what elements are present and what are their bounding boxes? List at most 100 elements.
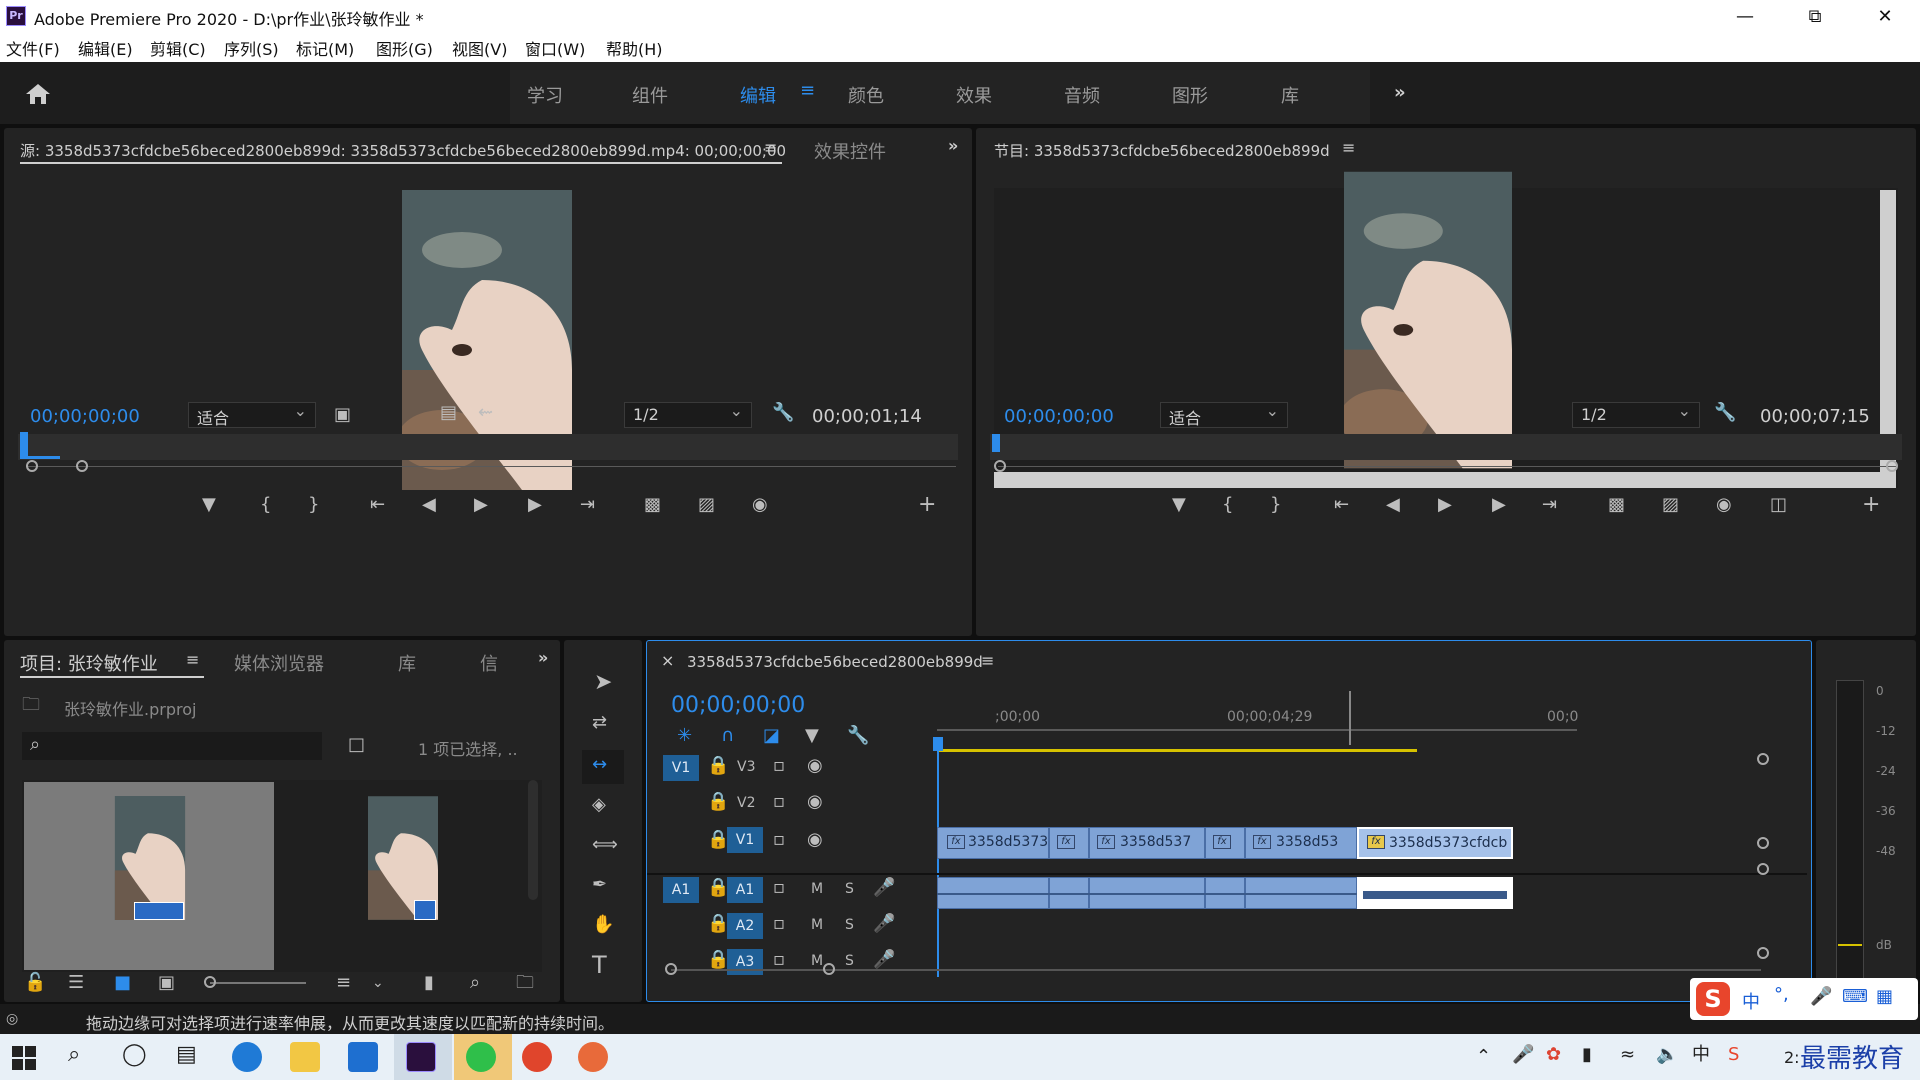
- mute-a1-button[interactable]: M: [811, 881, 823, 897]
- program-zoom-handle-left[interactable]: [994, 460, 1006, 472]
- eye-v2-icon[interactable]: ◉: [807, 793, 823, 811]
- battery-icon[interactable]: ▮: [1582, 1046, 1592, 1064]
- ime-tray-icon[interactable]: 中: [1692, 1046, 1710, 1064]
- timeline-ruler[interactable]: [937, 729, 1577, 731]
- workspace-audio[interactable]: 音频: [1064, 82, 1100, 108]
- close-icon[interactable]: ✕: [1850, 0, 1920, 32]
- edge-icon[interactable]: [232, 1042, 262, 1072]
- freeform-view-icon[interactable]: ▣: [158, 974, 175, 992]
- timeline-add-marker-icon[interactable]: ▼: [805, 727, 819, 745]
- mark-out-icon[interactable]: }: [308, 496, 319, 514]
- source-resolution-dropdown[interactable]: 1/2: [624, 401, 752, 428]
- timeline-settings-icon[interactable]: 🔧: [847, 727, 869, 745]
- mic-a1-icon[interactable]: 🎤: [873, 879, 895, 897]
- show-hidden-icons[interactable]: ⌃: [1476, 1048, 1491, 1066]
- clock[interactable]: 2:: [1784, 1048, 1800, 1067]
- settings-wrench-icon[interactable]: 🔧: [772, 404, 794, 422]
- solo-a1-button[interactable]: S: [845, 881, 854, 897]
- project-tabs-more-icon[interactable]: »: [538, 648, 548, 667]
- source-zoom-dropdown[interactable]: 适合: [188, 401, 316, 428]
- program-panel-menu-icon[interactable]: ≡: [1342, 138, 1355, 157]
- track-lock-a2-icon[interactable]: 🔒: [707, 915, 729, 933]
- track-target-a2[interactable]: A2: [727, 913, 763, 939]
- work-area-bar[interactable]: [937, 749, 1417, 752]
- search-taskbar-icon[interactable]: ⌕: [68, 1044, 80, 1066]
- ime-punctuation[interactable]: °,: [1774, 984, 1789, 1005]
- program-go-to-in-icon[interactable]: ⇤: [1334, 496, 1349, 514]
- program-playhead[interactable]: [992, 434, 1000, 452]
- sync-lock-icon[interactable]: ▫: [773, 757, 785, 775]
- track-select-tool-icon[interactable]: ⇄: [592, 714, 607, 732]
- track-lock-v1-icon[interactable]: 🔒: [707, 831, 729, 849]
- add-marker-icon[interactable]: ▼: [202, 496, 216, 514]
- mic-a3-icon[interactable]: 🎤: [873, 951, 895, 969]
- sort-icon[interactable]: ≡: [336, 974, 351, 992]
- insert-icon[interactable]: ▩: [644, 496, 661, 514]
- track-lock-a1-icon[interactable]: 🔒: [707, 879, 729, 897]
- windows-start-icon[interactable]: [12, 1046, 36, 1070]
- menu-sequence[interactable]: 序列(S): [224, 36, 279, 60]
- type-tool-icon[interactable]: T: [592, 953, 607, 977]
- step-back-icon[interactable]: ◀: [422, 496, 436, 514]
- rate-stretch-tool-icon[interactable]: ↔: [592, 756, 607, 774]
- zoom-handle-left[interactable]: [26, 460, 38, 472]
- list-view-icon[interactable]: ☰: [68, 974, 84, 992]
- comparison-view-icon[interactable]: ◫: [1770, 496, 1787, 514]
- project-menu-icon[interactable]: ≡: [186, 650, 199, 669]
- track-target-a3[interactable]: A3: [727, 949, 763, 975]
- mark-in-icon[interactable]: {: [260, 496, 271, 514]
- volume-icon[interactable]: 🔈: [1656, 1046, 1678, 1064]
- task-view-icon[interactable]: ▤: [176, 1044, 197, 1066]
- track-target-v1[interactable]: V1: [727, 827, 763, 853]
- audio-zoom-handle[interactable]: [1757, 863, 1769, 875]
- drag-audio-icon[interactable]: ⇜: [478, 404, 493, 422]
- audio-zoom-handle-2[interactable]: [1757, 947, 1769, 959]
- premiere-taskbar-icon[interactable]: [406, 1042, 436, 1072]
- vertical-zoom-handle[interactable]: [1757, 753, 1769, 765]
- chrome-icon[interactable]: [522, 1042, 552, 1072]
- program-add-marker-icon[interactable]: ▼: [1172, 496, 1186, 514]
- audio-clip-6-selected[interactable]: [1357, 877, 1513, 909]
- icon-view-icon[interactable]: ■: [114, 974, 131, 992]
- extract-icon[interactable]: ▨: [1662, 496, 1679, 514]
- workspace-editing[interactable]: 编辑: [740, 82, 776, 108]
- button-editor-icon[interactable]: +: [918, 494, 936, 516]
- menu-edit[interactable]: 编辑(E): [78, 36, 133, 60]
- program-settings-wrench-icon[interactable]: 🔧: [1714, 404, 1736, 422]
- program-step-back-icon[interactable]: ◀: [1386, 496, 1400, 514]
- solo-a3-button[interactable]: S: [845, 953, 854, 969]
- workspace-menu-icon[interactable]: ≡: [800, 80, 815, 101]
- source-monitor-tab[interactable]: 源: 3358d5373cfdcbe56beced2800eb899d: 335…: [20, 140, 786, 161]
- workspace-graphics[interactable]: 图形: [1172, 82, 1208, 108]
- paint-icon[interactable]: [578, 1042, 608, 1072]
- sort-dropdown-icon[interactable]: ⌄: [372, 974, 384, 992]
- home-icon[interactable]: [24, 82, 52, 106]
- program-horizontal-scrollbar[interactable]: [994, 472, 1896, 488]
- track-lock-v2-icon[interactable]: 🔒: [707, 793, 729, 811]
- source-playhead-timecode[interactable]: 00;00;00;00: [30, 406, 140, 427]
- drag-video-icon[interactable]: ▤: [440, 404, 457, 422]
- source-zoom-bar[interactable]: [26, 466, 956, 467]
- panel-menu-icon[interactable]: ≡: [764, 138, 777, 157]
- find-bottom-icon[interactable]: ⌕: [470, 974, 480, 992]
- mail-icon[interactable]: [348, 1042, 378, 1072]
- ime-voice-icon[interactable]: 🎤: [1810, 988, 1832, 1006]
- slip-tool-icon[interactable]: ⟺: [592, 836, 618, 854]
- menu-view[interactable]: 视图(V): [452, 36, 507, 60]
- track-target-a1[interactable]: A1: [727, 877, 763, 903]
- workspace-assembly[interactable]: 组件: [632, 82, 668, 108]
- sync-lock-a2-icon[interactable]: ▫: [773, 915, 785, 933]
- razor-tool-icon[interactable]: ◈: [592, 796, 606, 814]
- overwrite-icon[interactable]: ▨: [698, 496, 715, 514]
- program-mark-in-icon[interactable]: {: [1222, 496, 1233, 514]
- find-icon[interactable]: □: [348, 736, 365, 754]
- go-to-in-icon[interactable]: ⇤: [370, 496, 385, 514]
- eye-icon[interactable]: ◉: [807, 757, 823, 775]
- menu-clip[interactable]: 剪辑(C): [150, 36, 206, 60]
- mic-a2-icon[interactable]: 🎤: [873, 915, 895, 933]
- workspace-learning[interactable]: 学习: [527, 82, 563, 108]
- file-explorer-icon[interactable]: [290, 1042, 320, 1072]
- thumbnail-size-slider[interactable]: [210, 982, 306, 984]
- program-time-ruler[interactable]: [990, 434, 1902, 460]
- menu-file[interactable]: 文件(F): [6, 36, 60, 60]
